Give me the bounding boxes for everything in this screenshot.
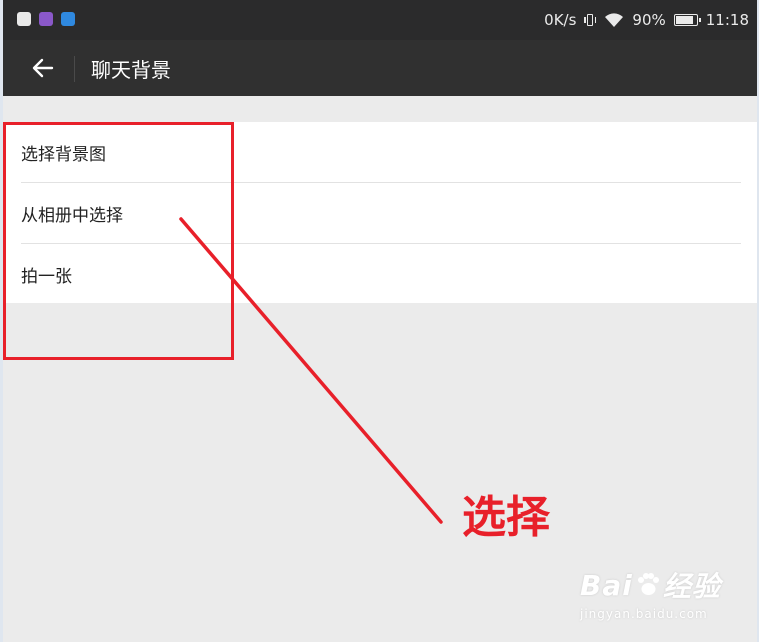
annotation-arrow-line bbox=[179, 217, 443, 524]
watermark-url: jingyan.baidu.com bbox=[580, 607, 708, 621]
paw-logo-icon bbox=[637, 573, 659, 595]
annotation-label: 选择 bbox=[462, 492, 550, 543]
baidu-watermark: Bai 经验 jingyan.baidu.com bbox=[580, 565, 721, 622]
watermark-brand: Bai bbox=[580, 568, 633, 602]
watermark-brand-suffix: 经验 bbox=[662, 570, 721, 603]
